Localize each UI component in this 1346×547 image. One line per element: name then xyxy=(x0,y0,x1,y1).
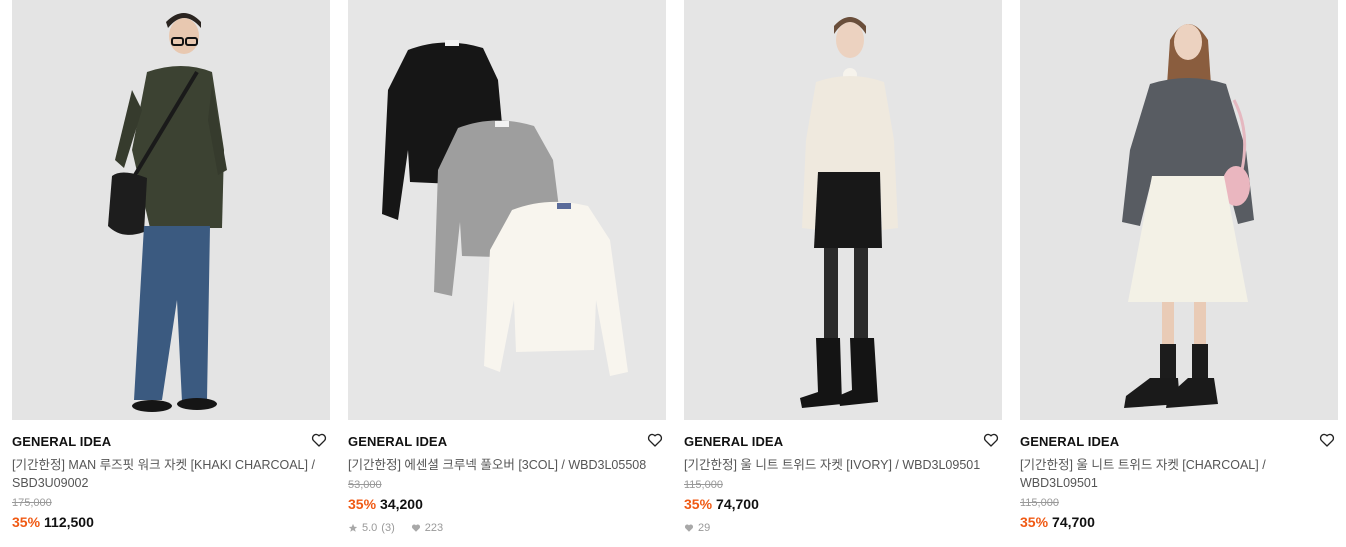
brand-name[interactable]: GENERAL IDEA xyxy=(1020,434,1338,450)
sale-price: 74,700 xyxy=(716,496,759,512)
product-card[interactable]: GENERAL IDEA [기간한정] 에센셜 크루넥 풀오버 [3COL] /… xyxy=(348,0,666,534)
product-photo-ivory-tweed-jacket xyxy=(684,0,1002,420)
heart-icon xyxy=(411,523,420,532)
discount-rate: 35% xyxy=(348,496,377,512)
price-row: 35% 34,200 xyxy=(348,496,666,513)
review-count: (3) xyxy=(381,521,395,534)
product-grid: GENERAL IDEA [기간한정] MAN 루즈핏 워크 자켓 [KHAKI… xyxy=(0,0,1346,547)
heart-icon xyxy=(684,523,694,532)
product-photo-crewneck-pullovers xyxy=(348,0,666,420)
star-icon xyxy=(348,523,358,532)
price-row: 35% 112,500 xyxy=(12,514,330,531)
heart-outline-icon[interactable] xyxy=(310,431,328,449)
sale-price: 112,500 xyxy=(44,514,94,530)
discount-rate: 35% xyxy=(684,496,713,512)
heart-outline-icon[interactable] xyxy=(982,431,1000,449)
product-name[interactable]: [기간한정] MAN 루즈핏 워크 자켓 [KHAKI CHARCOAL] / … xyxy=(12,456,320,492)
heart-outline-icon[interactable] xyxy=(1318,431,1336,449)
brand-name[interactable]: GENERAL IDEA xyxy=(348,434,666,450)
product-card[interactable]: GENERAL IDEA [기간한정] 울 니트 트위드 자켓 [IVORY] … xyxy=(684,0,1002,534)
original-price: 115,000 xyxy=(1020,497,1059,509)
product-image[interactable] xyxy=(1020,0,1338,420)
original-price: 175,000 xyxy=(12,497,52,509)
like-count: 29 xyxy=(698,521,711,534)
discount-rate: 35% xyxy=(12,514,41,530)
product-name[interactable]: [기간한정] 울 니트 트위드 자켓 [CHARCOAL] / WBD3L095… xyxy=(1020,456,1328,492)
original-price: 53,000 xyxy=(348,479,382,491)
heart-outline-icon[interactable] xyxy=(646,431,664,449)
sale-price: 34,200 xyxy=(380,496,423,512)
product-meta: 5.0 (3) 223 xyxy=(348,521,666,534)
product-meta: 29 xyxy=(684,521,1002,534)
product-photo-man-work-jacket xyxy=(12,0,330,420)
product-image[interactable] xyxy=(684,0,1002,420)
like-count: 223 xyxy=(424,521,444,534)
brand-name[interactable]: GENERAL IDEA xyxy=(684,434,1002,450)
discount-rate: 35% xyxy=(1020,514,1049,530)
product-name[interactable]: [기간한정] 울 니트 트위드 자켓 [IVORY] / WBD3L09501 xyxy=(684,456,992,474)
price-row: 35% 74,700 xyxy=(1020,514,1338,531)
price-row: 35% 74,700 xyxy=(684,496,1002,513)
sale-price: 74,700 xyxy=(1052,514,1095,530)
brand-name[interactable]: GENERAL IDEA xyxy=(12,434,330,450)
product-image[interactable] xyxy=(12,0,330,420)
product-card[interactable]: GENERAL IDEA [기간한정] MAN 루즈핏 워크 자켓 [KHAKI… xyxy=(12,0,330,531)
original-price: 115,000 xyxy=(684,479,723,491)
product-image[interactable] xyxy=(348,0,666,420)
product-photo-charcoal-tweed-jacket xyxy=(1020,0,1338,420)
rating-value: 5.0 xyxy=(362,521,378,534)
product-name[interactable]: [기간한정] 에센셜 크루넥 풀오버 [3COL] / WBD3L05508 xyxy=(348,456,656,474)
product-card[interactable]: GENERAL IDEA [기간한정] 울 니트 트위드 자켓 [CHARCOA… xyxy=(1020,0,1338,531)
